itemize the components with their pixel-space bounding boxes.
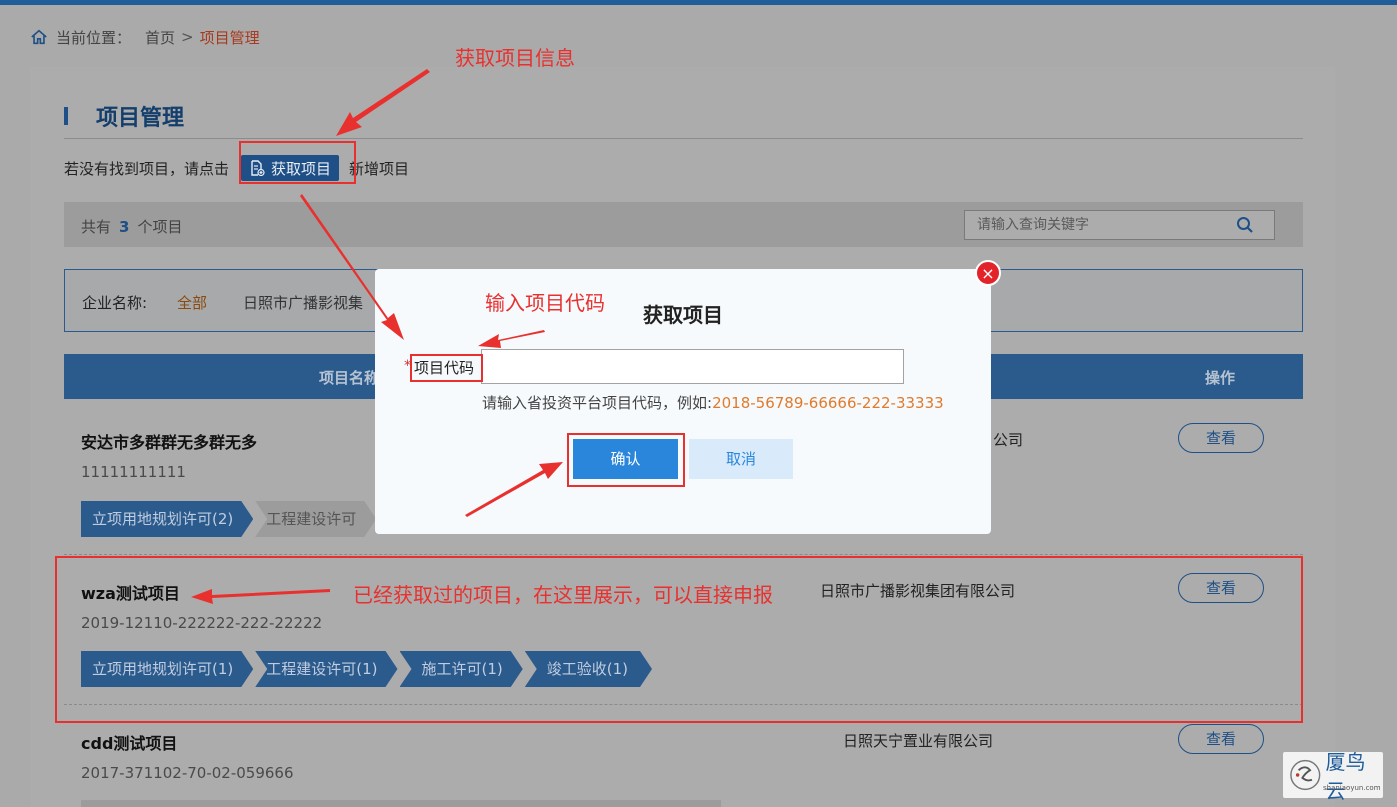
document-add-icon (251, 160, 265, 176)
dialog-title: 获取项目 (643, 303, 723, 327)
dialog-close-icon[interactable]: × (975, 260, 1001, 286)
notfound-row: 若没有找到项目，请点击 获取项目 新增项目 (64, 155, 409, 181)
count-bar: 共有 3 个项目 (64, 202, 1303, 247)
confirm-button[interactable]: 确认 (573, 439, 678, 479)
title-divider (64, 138, 1303, 139)
project-code: 11111111111 (81, 463, 186, 481)
project-name[interactable]: 安达市多群群无多群无多 (81, 429, 257, 453)
project-code: 2019-12110-222222-222-22222 (81, 614, 323, 632)
bird-logo-icon (1290, 759, 1321, 791)
count-prefix: 共有 (81, 218, 112, 236)
row-divider (64, 554, 1303, 555)
required-mark: * (404, 358, 411, 374)
step-land-planning[interactable]: 立项用地规划许可(1) (81, 651, 253, 687)
project-code: 2017-371102-70-02-059666 (81, 764, 294, 782)
project-code-label: 项目代码 (414, 359, 475, 377)
annotation-note-input: 输入项目代码 (485, 291, 605, 315)
breadcrumb: 当前位置： 首页 > 项目管理 (30, 27, 260, 47)
project-code-input[interactable] (481, 349, 904, 384)
title-accent-bar (64, 107, 68, 125)
logo-brand: 厦鸟云 (1325, 750, 1366, 803)
project-code-hint: 请输入省投资平台项目代码，例如:2018-56789-66666-222-333… (482, 392, 944, 413)
notfound-text: 若没有找到项目，请点击 (64, 159, 230, 178)
breadcrumb-current: 项目管理 (199, 28, 260, 47)
logo-sub: shaniaoyun.com (1323, 784, 1381, 792)
step-construction-permit[interactable]: 工程建设许可(1) (255, 651, 397, 687)
progress-steps (81, 800, 721, 807)
home-icon[interactable] (30, 28, 48, 46)
count-suffix: 个项目 (137, 218, 183, 236)
step-land-planning[interactable]: 立项用地规划许可(2) (81, 501, 253, 537)
search-input[interactable] (965, 211, 1235, 239)
annotation-note-fetch: 获取项目信息 (455, 46, 575, 70)
project-count: 共有 3 个项目 (81, 216, 182, 237)
page-title: 项目管理 (96, 106, 185, 131)
progress-steps: 立项用地规划许可(1) 工程建设许可(1) 施工许可(1) 竣工验收(1) (81, 651, 654, 687)
watermark-logo: 厦鸟云 shaniaoyun.com (1283, 750, 1383, 803)
page-title-row: 项目管理 (64, 100, 184, 132)
view-button[interactable]: 查看 (1178, 724, 1264, 754)
breadcrumb-separator: > (181, 28, 194, 46)
project-name[interactable]: wza测试项目 (81, 580, 180, 604)
count-value: 3 (119, 218, 130, 236)
search-icon[interactable] (1236, 216, 1254, 234)
breadcrumb-home-link[interactable]: 首页 (145, 27, 175, 48)
search-box (964, 210, 1275, 240)
view-button[interactable]: 查看 (1178, 573, 1264, 603)
step-construction-permit[interactable]: 工程建设许可 (255, 501, 376, 537)
hint-example: 2018-56789-66666-222-33333 (712, 394, 944, 412)
notfound-suffix: 新增项目 (349, 159, 410, 178)
project-company: 日照市广播影视集团有限公司 (820, 582, 1016, 600)
progress-steps: 立项用地规划许可(2) 工程建设许可 (81, 501, 378, 537)
hint-text: 请输入省投资平台项目代码，例如: (482, 394, 713, 412)
step-build-permit[interactable]: 施工许可(1) (400, 651, 523, 687)
column-header-name: 项目名称 (319, 369, 380, 387)
breadcrumb-prefix: 当前位置： (56, 28, 132, 47)
annotation-note-fetched: 已经获取过的项目，在这里展示，可以直接申报 (353, 583, 773, 607)
project-company: 公司 (993, 431, 1024, 449)
fetch-project-button[interactable]: 获取项目 (241, 155, 340, 181)
project-company: 日照天宁置业有限公司 (843, 732, 994, 750)
fetch-project-label: 获取项目 (271, 159, 332, 178)
filter-option-all[interactable]: 全部 (177, 292, 207, 313)
filter-label: 企业名称: (82, 294, 148, 312)
cancel-button[interactable]: 取消 (689, 439, 793, 479)
filter-option-company[interactable]: 日照市广播影视集 (243, 292, 363, 313)
view-button[interactable]: 查看 (1178, 423, 1264, 453)
column-header-operation: 操作 (1205, 369, 1236, 387)
top-accent-line (0, 0, 1397, 5)
step-completion-acceptance[interactable]: 竣工验收(1) (525, 651, 652, 687)
project-name[interactable]: cdd测试项目 (81, 730, 177, 754)
row-divider (64, 704, 1303, 705)
